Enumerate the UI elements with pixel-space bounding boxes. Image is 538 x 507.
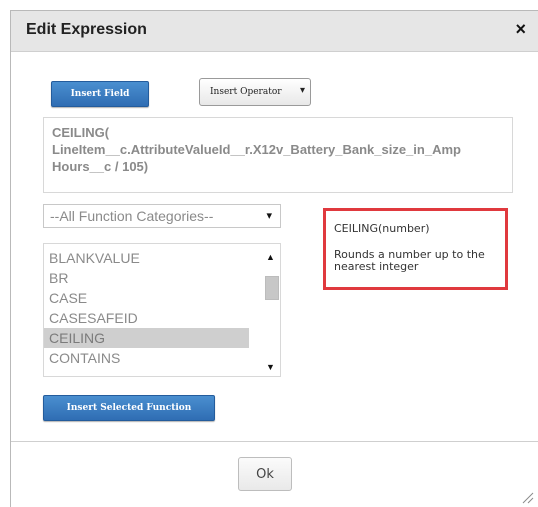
function-signature: CEILING(number): [334, 222, 430, 235]
function-list-item[interactable]: BLANKVALUE: [44, 248, 249, 268]
function-category-value: --All Function Categories--: [50, 208, 214, 224]
ok-button[interactable]: Ok: [238, 457, 292, 491]
footer-divider: [11, 441, 538, 442]
function-description: Rounds a number up to the nearest intege…: [334, 248, 485, 273]
edit-expression-dialog: Edit Expression × Insert Field Insert Op…: [10, 10, 538, 507]
function-list[interactable]: BLANKVALUE BR CASE CASESAFEID CEILING CONTAIN…: [43, 243, 281, 377]
function-list-scrollbar[interactable]: ▲ ▼: [260, 244, 280, 376]
scroll-up-icon[interactable]: ▲: [266, 252, 275, 262]
function-list-item[interactable]: BR: [44, 268, 249, 288]
function-help-box: CEILING(number) Rounds a number up to th…: [323, 208, 508, 290]
insert-selected-function-button[interactable]: Insert Selected Function: [43, 395, 215, 421]
close-icon[interactable]: ×: [515, 19, 526, 40]
dialog-titlebar: Edit Expression ×: [11, 11, 538, 52]
insert-operator-label: Insert Operator: [210, 87, 282, 97]
insert-operator-button[interactable]: Insert Operator ▾: [199, 78, 311, 106]
function-list-item[interactable]: CONTAINS: [44, 348, 249, 368]
scroll-down-icon[interactable]: ▼: [266, 362, 275, 372]
expression-textarea[interactable]: CEILING( LineItem__c.AttributeValueId__r…: [43, 117, 513, 193]
chevron-down-icon: ▾: [266, 210, 272, 222]
insert-field-button[interactable]: Insert Field: [51, 81, 149, 107]
function-category-select[interactable]: --All Function Categories-- ▾: [43, 204, 281, 228]
resize-grip-icon[interactable]: [520, 490, 534, 504]
chevron-down-icon: ▾: [299, 85, 305, 96]
dialog-title: Edit Expression: [26, 21, 147, 38]
scrollbar-thumb[interactable]: [265, 276, 279, 300]
function-list-items: BLANKVALUE BR CASE CASESAFEID CEILING CONTAIN…: [44, 248, 249, 368]
function-list-item[interactable]: CASE: [44, 288, 249, 308]
function-list-item[interactable]: CEILING: [44, 328, 249, 348]
function-list-item[interactable]: CASESAFEID: [44, 308, 249, 328]
